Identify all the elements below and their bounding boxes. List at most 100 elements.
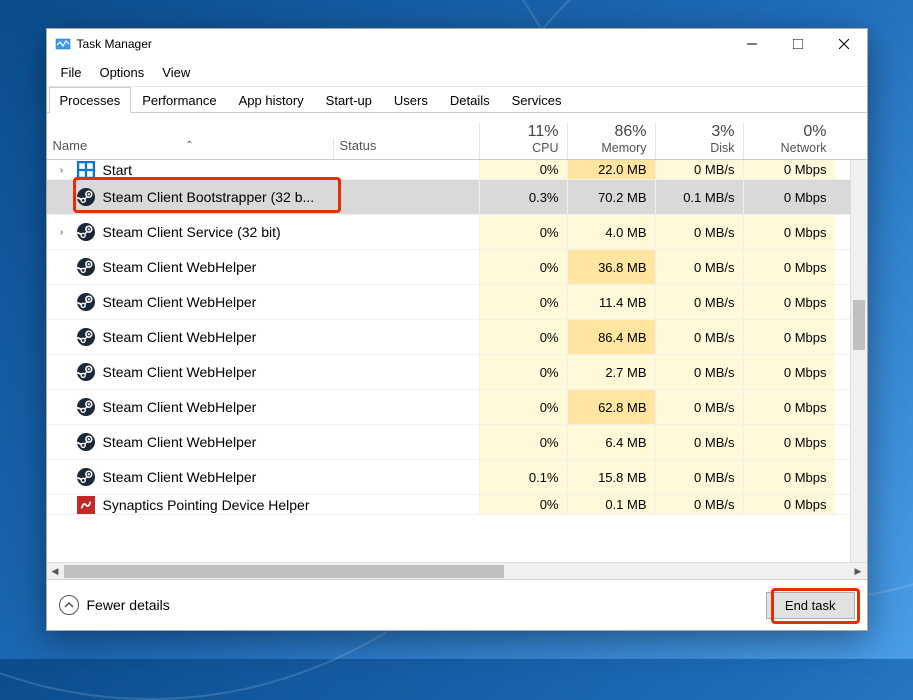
process-cpu-cell: 0% [479, 215, 567, 249]
scrollbar-vertical[interactable] [850, 160, 867, 562]
column-name[interactable]: ⌃ Name [47, 138, 333, 159]
scroll-thumb-horizontal[interactable] [64, 565, 504, 578]
process-disk-cell: 0.1 MB/s [655, 180, 743, 214]
disk-percent: 3% [656, 123, 735, 141]
tab-processes[interactable]: Processes [49, 87, 132, 113]
menu-bar: File Options View [47, 59, 867, 87]
process-row[interactable]: Steam Client WebHelper0%2.7 MB0 MB/s0 Mb… [47, 355, 850, 390]
steam-icon [77, 363, 95, 381]
column-disk[interactable]: 3% Disk [655, 123, 743, 159]
steam-icon [77, 293, 95, 311]
process-cpu-cell: 0.1% [479, 460, 567, 494]
process-row[interactable]: Steam Client WebHelper0%36.8 MB0 MB/s0 M… [47, 250, 850, 285]
process-list: ›Start0%22.0 MB0 MB/s0 MbpsSteam Client … [47, 160, 867, 580]
expand-caret-icon[interactable]: › [53, 165, 71, 176]
process-network-cell: 0 Mbps [743, 180, 835, 214]
minimize-button[interactable] [729, 29, 775, 59]
process-row[interactable]: Steam Client Bootstrapper (32 b... 0.3%70… [47, 180, 850, 215]
steam-icon [77, 468, 95, 486]
chevron-up-icon [59, 595, 79, 615]
menu-view[interactable]: View [154, 61, 198, 84]
process-network-cell: 0 Mbps [743, 250, 835, 284]
process-network-cell: 0 Mbps [743, 390, 835, 424]
start-icon [77, 161, 95, 179]
steam-icon [77, 258, 95, 276]
process-row[interactable]: Synaptics Pointing Device Helper0%0.1 MB… [47, 495, 850, 515]
fewer-details-label: Fewer details [87, 597, 170, 613]
process-row[interactable]: ›Steam Client Service (32 bit)0%4.0 MB0 … [47, 215, 850, 250]
process-name-label: Steam Client WebHelper [103, 259, 257, 275]
process-memory-cell: 15.8 MB [567, 460, 655, 494]
tab-users[interactable]: Users [383, 87, 439, 113]
task-manager-window: Task Manager File Options View Processes… [46, 28, 868, 631]
column-headers: ⌃ Name Status 11% CPU 86% Memory 3% Disk… [47, 112, 867, 160]
scroll-thumb-vertical[interactable] [853, 300, 865, 350]
process-row[interactable]: Steam Client WebHelper0%86.4 MB0 MB/s0 M… [47, 320, 850, 355]
steam-icon [77, 188, 95, 206]
column-cpu[interactable]: 11% CPU [479, 123, 567, 159]
process-network-cell: 0 Mbps [743, 285, 835, 319]
close-icon [839, 39, 849, 49]
network-percent: 0% [744, 123, 827, 141]
tab-startup[interactable]: Start-up [315, 87, 383, 113]
process-name-cell: Synaptics Pointing Device Helper [47, 496, 333, 514]
process-name-cell: Steam Client WebHelper [47, 293, 333, 311]
tab-details[interactable]: Details [439, 87, 501, 113]
column-network[interactable]: 0% Network [743, 123, 835, 159]
process-name-cell: Steam Client WebHelper [47, 433, 333, 451]
fewer-details-toggle[interactable]: Fewer details [59, 595, 170, 615]
window-title: Task Manager [77, 37, 152, 51]
process-memory-cell: 22.0 MB [567, 160, 655, 179]
process-disk-cell: 0 MB/s [655, 320, 743, 354]
expand-caret-icon[interactable]: › [53, 227, 71, 238]
process-memory-cell: 36.8 MB [567, 250, 655, 284]
process-cpu-cell: 0% [479, 320, 567, 354]
column-status[interactable]: Status [333, 138, 479, 159]
process-memory-cell: 70.2 MB [567, 180, 655, 214]
process-row[interactable]: Steam Client WebHelper0%62.8 MB0 MB/s0 M… [47, 390, 850, 425]
end-task-button[interactable]: End task [766, 592, 855, 619]
menu-options[interactable]: Options [91, 61, 152, 84]
process-disk-cell: 0 MB/s [655, 460, 743, 494]
process-row[interactable]: Steam Client WebHelper0%6.4 MB0 MB/s0 Mb… [47, 425, 850, 460]
process-name-label: Steam Client Bootstrapper (32 b... [103, 189, 315, 205]
process-name-cell: Steam Client WebHelper [47, 258, 333, 276]
process-name-cell: ›Steam Client Service (32 bit) [47, 223, 333, 241]
process-name-label: Steam Client WebHelper [103, 364, 257, 380]
close-button[interactable] [821, 29, 867, 59]
tab-performance[interactable]: Performance [131, 87, 227, 113]
synaptics-icon [77, 496, 95, 514]
process-memory-cell: 0.1 MB [567, 495, 655, 514]
sort-chevron-icon: ⌃ [185, 140, 193, 151]
process-memory-cell: 62.8 MB [567, 390, 655, 424]
steam-icon [77, 398, 95, 416]
menu-file[interactable]: File [53, 61, 90, 84]
process-name-cell: Steam Client WebHelper [47, 328, 333, 346]
minimize-icon [747, 39, 757, 49]
process-row[interactable]: Steam Client WebHelper0.1%15.8 MB0 MB/s0… [47, 460, 850, 495]
process-network-cell: 0 Mbps [743, 160, 835, 179]
process-network-cell: 0 Mbps [743, 460, 835, 494]
steam-icon [77, 433, 95, 451]
maximize-button[interactable] [775, 29, 821, 59]
process-name-cell: ›Start [47, 161, 333, 179]
cpu-label: CPU [480, 141, 559, 155]
scroll-left-icon[interactable]: ◀ [47, 563, 64, 580]
scrollbar-horizontal[interactable]: ◀ ▶ [47, 562, 867, 579]
tab-services[interactable]: Services [501, 87, 573, 113]
process-row[interactable]: ›Start0%22.0 MB0 MB/s0 Mbps [47, 160, 850, 180]
memory-label: Memory [568, 141, 647, 155]
footer: Fewer details End task [47, 580, 867, 630]
maximize-icon [793, 39, 803, 49]
scroll-right-icon[interactable]: ▶ [850, 563, 867, 580]
process-name-label: Steam Client WebHelper [103, 329, 257, 345]
process-row[interactable]: Steam Client WebHelper0%11.4 MB0 MB/s0 M… [47, 285, 850, 320]
process-network-cell: 0 Mbps [743, 425, 835, 459]
process-cpu-cell: 0.3% [479, 180, 567, 214]
process-cpu-cell: 0% [479, 160, 567, 179]
process-memory-cell: 11.4 MB [567, 285, 655, 319]
tab-app-history[interactable]: App history [228, 87, 315, 113]
column-memory[interactable]: 86% Memory [567, 123, 655, 159]
titlebar[interactable]: Task Manager [47, 29, 867, 59]
process-network-cell: 0 Mbps [743, 320, 835, 354]
